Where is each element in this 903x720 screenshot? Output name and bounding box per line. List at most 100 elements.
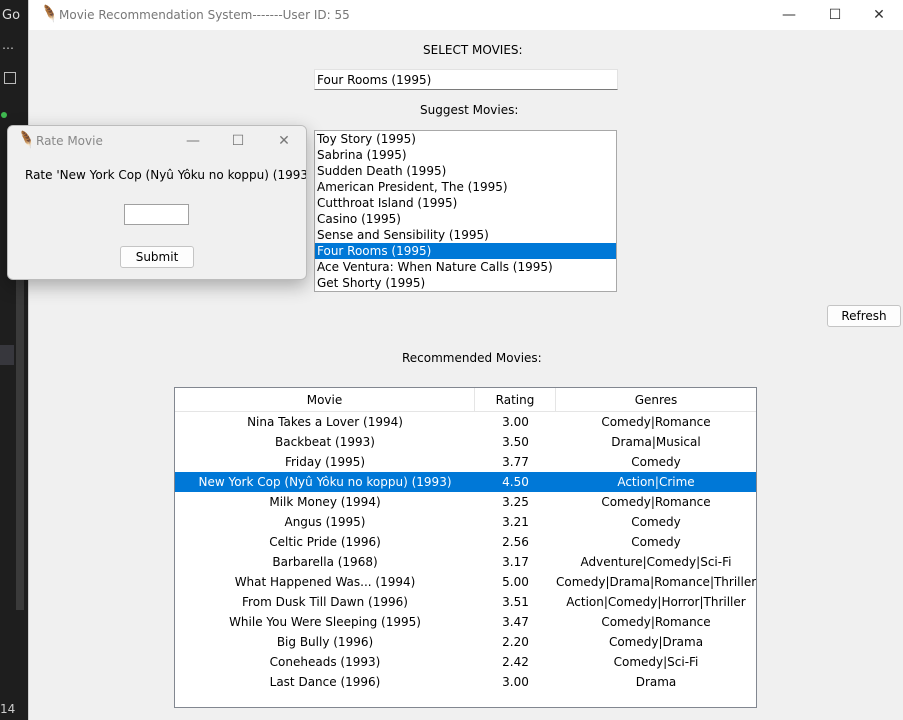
- feather-icon: 🪶: [15, 130, 37, 151]
- list-item[interactable]: American President, The (1995): [315, 179, 616, 195]
- recommended-movies-table[interactable]: Movie Rating Genres Nina Takes a Lover (…: [174, 387, 757, 708]
- cell-movie: Big Bully (1996): [276, 635, 374, 649]
- dialog-minimize-button[interactable]: —: [170, 126, 216, 156]
- table-row[interactable]: What Happened Was... (1994) 5.00 Comedy|Dr…: [175, 572, 756, 592]
- cell-genres: Action|Comedy|Horror|Thriller: [566, 595, 746, 609]
- cell-movie: Milk Money (1994): [269, 495, 381, 509]
- status-dot-icon: [1, 112, 7, 118]
- select-movies-label: SELECT MOVIES:: [423, 43, 523, 57]
- table-row[interactable]: Big Bully (1996) 2.20 Comedy|Drama: [175, 632, 756, 652]
- cell-genres: Action|Crime: [617, 475, 695, 489]
- cell-movie: Angus (1995): [284, 515, 366, 529]
- dialog-close-button[interactable]: ✕: [261, 126, 306, 156]
- cell-movie: Barbarella (1968): [272, 555, 378, 569]
- list-item[interactable]: Sabrina (1995): [315, 147, 616, 163]
- refresh-button[interactable]: Refresh: [827, 305, 901, 327]
- cell-genres: Comedy|Romance: [601, 415, 711, 429]
- table-row[interactable]: While You Were Sleeping (1995) 3.47 Comedy…: [175, 612, 756, 632]
- cell-rating: 2.20: [502, 635, 529, 649]
- cell-genres: Drama|Musical: [611, 435, 701, 449]
- cell-rating: 5.00: [502, 575, 529, 589]
- cell-genres: Comedy|Romance: [601, 615, 711, 629]
- cell-genres: Comedy|Drama|Romance|Thriller: [556, 575, 756, 589]
- cell-rating: 3.21: [502, 515, 529, 529]
- cell-genres: Comedy: [631, 535, 681, 549]
- copy-icon: [4, 72, 16, 84]
- suggest-movies-label: Suggest Movies:: [420, 103, 519, 117]
- main-window: 🪶 Movie Recommendation System-------User…: [28, 0, 903, 720]
- cell-movie: While You Were Sleeping (1995): [229, 615, 421, 629]
- table-header: Movie Rating Genres: [175, 388, 756, 412]
- dialog-title: Rate Movie: [36, 134, 103, 148]
- cell-rating: 3.00: [502, 675, 529, 689]
- cell-genres: Comedy: [631, 455, 681, 469]
- cell-genres: Comedy|Romance: [601, 495, 711, 509]
- cell-rating: 2.56: [502, 535, 529, 549]
- table-row[interactable]: Coneheads (1993) 2.42 Comedy|Sci-Fi: [175, 652, 756, 672]
- menu-go: Go: [2, 8, 21, 23]
- cell-rating: 3.50: [502, 435, 529, 449]
- editor-selection: [0, 345, 14, 365]
- list-item[interactable]: Get Shorty (1995): [315, 275, 616, 291]
- background-editor-strip: Go … 14: [0, 0, 30, 720]
- minimize-button[interactable]: —: [766, 0, 812, 30]
- list-item[interactable]: Sudden Death (1995): [315, 163, 616, 179]
- cell-rating: 3.17: [502, 555, 529, 569]
- maximize-button[interactable]: ☐: [812, 0, 858, 30]
- table-row[interactable]: Friday (1995) 3.77 Comedy: [175, 452, 756, 472]
- cell-movie: From Dusk Till Dawn (1996): [242, 595, 408, 609]
- rating-input[interactable]: [124, 204, 189, 225]
- suggest-movies-list[interactable]: Toy Story (1995) Sabrina (1995) Sudden Dea…: [314, 130, 617, 292]
- feather-icon: 🪶: [38, 4, 60, 25]
- table-row[interactable]: Nina Takes a Lover (1994) 3.00 Comedy|Roma…: [175, 412, 756, 432]
- cell-movie: Celtic Pride (1996): [269, 535, 381, 549]
- more-icon: …: [2, 38, 14, 52]
- cell-genres: Comedy: [631, 515, 681, 529]
- cell-rating: 3.77: [502, 455, 529, 469]
- cell-genres: Drama: [635, 675, 677, 689]
- cell-genres: Adventure|Comedy|Sci-Fi: [580, 555, 732, 569]
- title-bar: 🪶 Movie Recommendation System-------User…: [29, 0, 903, 30]
- line-number: 14: [0, 702, 16, 716]
- recommended-movies-label: Recommended Movies:: [402, 351, 542, 365]
- cell-movie: Backbeat (1993): [275, 435, 375, 449]
- cell-rating: 2.42: [502, 655, 529, 669]
- list-item[interactable]: Cutthroat Island (1995): [315, 195, 616, 211]
- column-header-rating[interactable]: Rating: [475, 388, 556, 412]
- cell-genres: Comedy|Drama: [608, 635, 704, 649]
- dialog-maximize-button[interactable]: ☐: [215, 126, 261, 156]
- list-item[interactable]: Toy Story (1995): [315, 131, 616, 147]
- close-button[interactable]: ✕: [856, 0, 902, 30]
- list-item[interactable]: Sense and Sensibility (1995): [315, 227, 616, 243]
- table-row[interactable]: Backbeat (1993) 3.50 Drama|Musical: [175, 432, 756, 452]
- rate-movie-dialog: 🪶 Rate Movie — ☐ ✕ Rate 'New York Cop (N…: [7, 125, 307, 280]
- cell-movie: Coneheads (1993): [269, 655, 381, 669]
- cell-movie: Friday (1995): [284, 455, 366, 469]
- list-item[interactable]: Casino (1995): [315, 211, 616, 227]
- table-row[interactable]: Milk Money (1994) 3.25 Comedy|Romance: [175, 492, 756, 512]
- table-row[interactable]: Barbarella (1968) 3.17 Adventure|Comedy|Sc…: [175, 552, 756, 572]
- dialog-title-bar: 🪶 Rate Movie — ☐ ✕: [8, 126, 306, 156]
- cell-movie: What Happened Was... (1994): [234, 575, 416, 589]
- cell-rating: 3.51: [502, 595, 529, 609]
- cell-movie: New York Cop (Nyû Yôku no koppu) (1993): [198, 475, 452, 489]
- list-item[interactable]: Four Rooms (1995): [315, 243, 616, 259]
- table-row[interactable]: Celtic Pride (1996) 2.56 Comedy: [175, 532, 756, 552]
- window-title: Movie Recommendation System-------User I…: [59, 8, 350, 22]
- cell-rating: 3.25: [502, 495, 529, 509]
- table-row[interactable]: Angus (1995) 3.21 Comedy: [175, 512, 756, 532]
- table-row[interactable]: New York Cop (Nyû Yôku no koppu) (1993) 4…: [175, 472, 756, 492]
- cell-rating: 4.50: [502, 475, 529, 489]
- cell-movie: Nina Takes a Lover (1994): [247, 415, 403, 429]
- cell-rating: 3.00: [502, 415, 529, 429]
- table-row[interactable]: Last Dance (1996) 3.00 Drama: [175, 672, 756, 692]
- list-item[interactable]: Ace Ventura: When Nature Calls (1995): [315, 259, 616, 275]
- rate-prompt: Rate 'New York Cop (Nyû Yôku no koppu) (…: [25, 168, 307, 182]
- select-movie-field[interactable]: Four Rooms (1995): [314, 69, 618, 90]
- column-header-movie[interactable]: Movie: [175, 388, 475, 412]
- cell-rating: 3.47: [502, 615, 529, 629]
- table-row[interactable]: From Dusk Till Dawn (1996) 3.51 Action|Com…: [175, 592, 756, 612]
- cell-genres: Comedy|Sci-Fi: [613, 655, 699, 669]
- column-header-genres[interactable]: Genres: [556, 388, 756, 412]
- submit-button[interactable]: Submit: [120, 246, 194, 268]
